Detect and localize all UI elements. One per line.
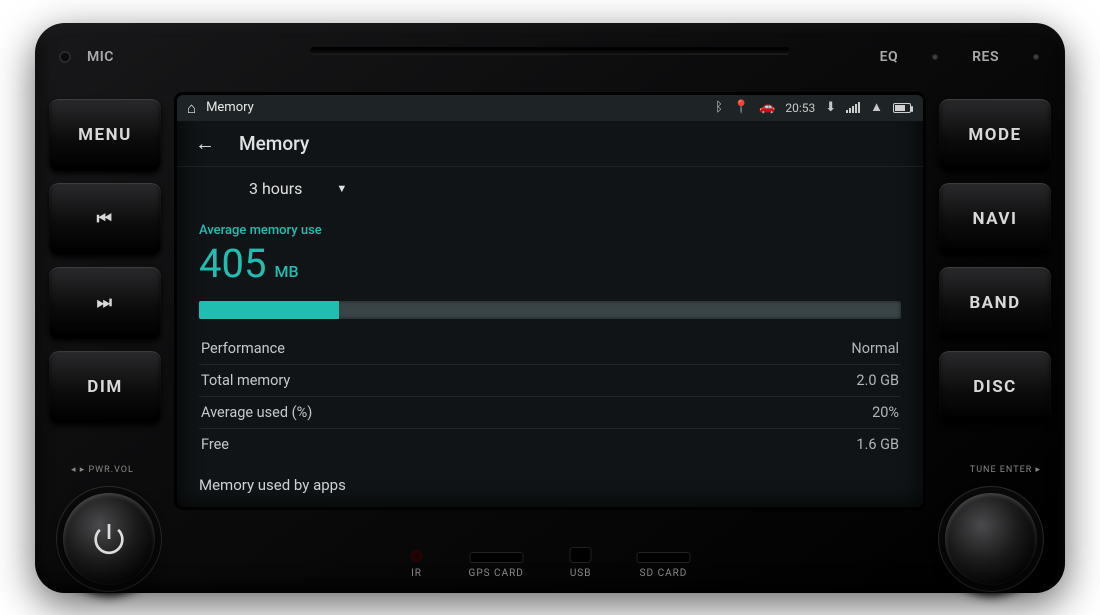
avg-memory-number: 405: [199, 240, 266, 287]
row-label: Free: [201, 436, 229, 453]
power-volume-knob[interactable]: ◂ ▸ PWR.VOL: [63, 493, 155, 585]
time-range-dropdown[interactable]: 3 hours ▼: [177, 167, 923, 211]
bt-icon: ᛒ: [715, 101, 723, 114]
eq-pinhole-icon: [932, 54, 938, 60]
screen-title: Memory: [239, 132, 309, 155]
row-label: Average used (%): [201, 404, 312, 421]
next-track-button[interactable]: ⏭: [49, 267, 161, 339]
prev-track-button[interactable]: ⏮: [49, 183, 161, 255]
memory-used-segment: [199, 301, 339, 319]
status-icons: ᛒ 📍 🚗 20:53 ⬇ ▲: [715, 101, 911, 115]
download-icon: ⬇: [825, 101, 836, 114]
top-strip: MIC EQ RES: [35, 23, 1065, 91]
signal-icon: [846, 102, 860, 113]
navi-button[interactable]: NAVI: [939, 183, 1051, 255]
memory-stats-list: Performance Normal Total memory 2.0 GB A…: [199, 333, 901, 460]
row-value: 20%: [872, 404, 899, 421]
location-icon: 📍: [733, 101, 749, 114]
time-range-label: 3 hours: [249, 179, 302, 198]
mic-label-area: MIC: [61, 49, 114, 65]
disc-button[interactable]: DISC: [939, 351, 1051, 423]
touchscreen[interactable]: ⌂ Memory ᛒ 📍 🚗 20:53 ⬇ ▲ ← Memory 3 hour…: [177, 95, 923, 507]
menu-button[interactable]: MENU: [49, 99, 161, 171]
row-value: Normal: [851, 340, 899, 357]
sd-slot-icon: [637, 553, 689, 562]
usb-port[interactable]: USB: [570, 548, 592, 579]
gps-card-slot[interactable]: GPS CARD: [469, 553, 524, 579]
avg-memory-unit: MB: [274, 262, 298, 281]
bottom-strip: ◂ ▸ PWR.VOL IR GPS CARD USB SD CARD: [35, 511, 1065, 593]
row-total-memory[interactable]: Total memory 2.0 GB: [199, 364, 901, 396]
res-pinhole-icon: [1033, 54, 1039, 60]
left-button-column: MENU ⏮ ⏭ DIM: [35, 91, 175, 511]
ir-port: IR: [411, 550, 423, 579]
home-icon[interactable]: ⌂: [187, 99, 196, 117]
avg-memory-label: Average memory use: [199, 223, 901, 238]
row-value: 2.0 GB: [856, 372, 899, 389]
mic-label: MIC: [87, 49, 114, 65]
mode-button[interactable]: MODE: [939, 99, 1051, 171]
sd-card-slot[interactable]: SD CARD: [637, 553, 689, 579]
tune-enter-label: TUNE ENTER ▸: [970, 465, 1041, 475]
memory-usage-bar: [199, 301, 901, 319]
usb-label: USB: [570, 568, 592, 579]
row-value: 1.6 GB: [856, 436, 899, 453]
power-icon: [89, 519, 129, 559]
head-unit-chassis: MIC EQ RES MENU ⏮ ⏭ DIM ⌂ Memory ᛒ 📍 �: [35, 23, 1065, 593]
row-performance[interactable]: Performance Normal: [199, 333, 901, 364]
port-row: IR GPS CARD USB SD CARD: [411, 548, 690, 579]
gps-label: GPS CARD: [469, 568, 524, 579]
row-label: Performance: [201, 340, 285, 357]
android-status-bar: ⌂ Memory ᛒ 📍 🚗 20:53 ⬇ ▲: [177, 95, 923, 121]
row-average-used[interactable]: Average used (%) 20%: [199, 396, 901, 428]
dropdown-caret-icon: ▼: [336, 182, 347, 195]
car-icon: 🚗: [759, 101, 775, 114]
band-button[interactable]: BAND: [939, 267, 1051, 339]
clock: 20:53: [785, 101, 815, 115]
sd-label: SD CARD: [640, 568, 688, 579]
mic-hole-icon: [61, 53, 69, 61]
dvd-slot[interactable]: [310, 47, 790, 55]
power-volume-label: ◂ ▸ PWR.VOL: [71, 465, 134, 475]
statusbar-app-title: Memory: [206, 100, 254, 115]
res-label: RES: [972, 49, 999, 65]
back-arrow-icon[interactable]: ←: [195, 131, 215, 156]
row-label: Total memory: [201, 372, 290, 389]
screen-header: ← Memory: [177, 121, 923, 167]
avg-memory-value: 405 MB: [199, 240, 901, 287]
memory-summary: Average memory use 405 MB Performance No…: [177, 211, 923, 460]
dim-button[interactable]: DIM: [49, 351, 161, 423]
eq-label: EQ: [880, 49, 899, 65]
tune-enter-knob[interactable]: TUNE ENTER ▸: [945, 493, 1037, 585]
ir-label: IR: [411, 568, 422, 579]
usb-slot-icon: [571, 548, 591, 562]
apps-section-heading[interactable]: Memory used by apps: [177, 476, 923, 500]
row-free[interactable]: Free 1.6 GB: [199, 428, 901, 460]
gps-slot-icon: [470, 553, 522, 562]
wifi-icon: ▲: [870, 101, 883, 114]
battery-icon: [893, 103, 911, 113]
ir-lens-icon: [411, 550, 423, 562]
right-button-column: MODE NAVI BAND DISC: [925, 91, 1065, 511]
